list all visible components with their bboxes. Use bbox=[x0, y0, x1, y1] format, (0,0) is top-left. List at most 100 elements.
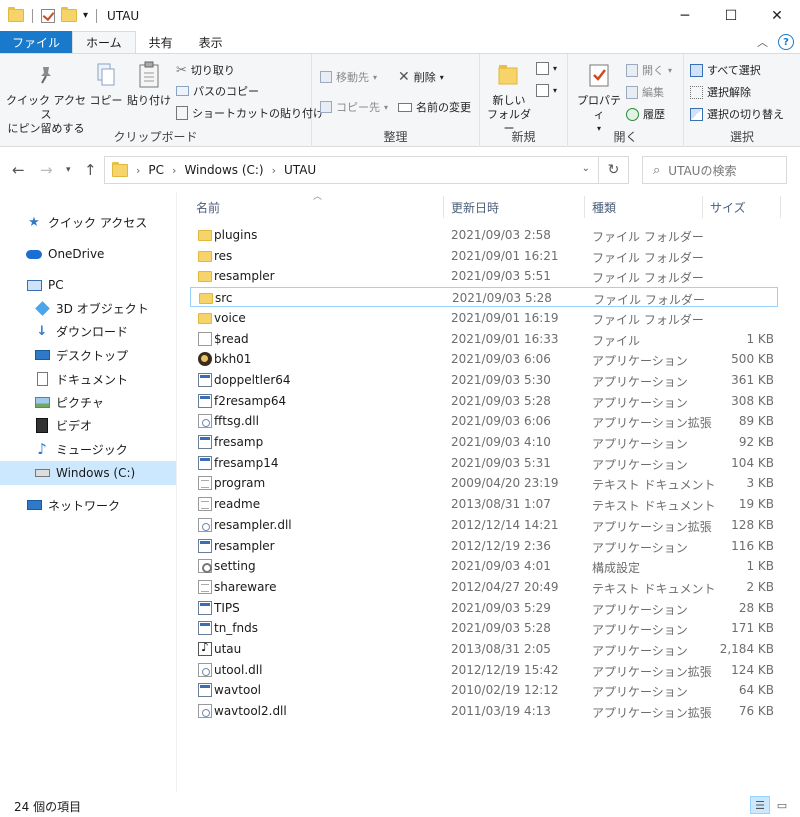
customize-quick-access-icon[interactable]: ▾ bbox=[83, 10, 88, 21]
nav-documents[interactable]: ドキュメント bbox=[0, 367, 176, 391]
minimize-button[interactable]: ─ bbox=[662, 0, 708, 31]
file-row[interactable]: resampler 2021/09/03 5:51 ファイル フォルダー bbox=[190, 266, 778, 286]
invert-selection-button[interactable]: 選択の切り替え bbox=[690, 106, 784, 122]
breadcrumb-pc[interactable]: PC bbox=[148, 163, 164, 177]
large-icons-view-icon[interactable]: ▭ bbox=[772, 796, 792, 814]
chevron-right-icon[interactable]: › bbox=[136, 164, 140, 177]
pin-quick-access-button[interactable]: クイック アクセス にピン留めする bbox=[6, 60, 86, 136]
file-row[interactable]: fresamp14 2021/09/03 5:31 アプリケーション 104 KB bbox=[190, 453, 778, 473]
file-row[interactable]: utool.dll 2012/12/19 15:42 アプリケーション拡張 124 K… bbox=[190, 660, 778, 680]
search-box[interactable]: ⌕ UTAUの検索 bbox=[642, 156, 787, 184]
easy-access-button[interactable]: ▾ bbox=[536, 84, 557, 97]
file-row[interactable]: voice 2021/09/01 16:19 ファイル フォルダー bbox=[190, 308, 778, 328]
nav-desktop[interactable]: デスクトップ bbox=[0, 343, 176, 367]
open-button[interactable]: 開く ▾ bbox=[626, 62, 672, 78]
tab-file[interactable]: ファイル bbox=[0, 31, 73, 53]
new-folder-quick-icon[interactable] bbox=[61, 7, 77, 22]
file-row[interactable]: plugins 2021/09/03 2:58 ファイル フォルダー bbox=[190, 225, 778, 245]
column-divider[interactable] bbox=[702, 196, 703, 218]
rename-button[interactable]: 名前の変更 bbox=[398, 99, 471, 115]
history-button[interactable]: 履歴 bbox=[626, 106, 665, 122]
tab-view[interactable]: 表示 bbox=[186, 31, 236, 53]
breadcrumb-drive[interactable]: Windows (C:) bbox=[184, 163, 263, 177]
file-row[interactable]: f2resamp64 2021/09/03 5:28 アプリケーション 308 KB bbox=[190, 391, 778, 411]
new-item-button[interactable]: ▾ bbox=[536, 62, 557, 75]
move-to-button[interactable]: 移動先 ▾ bbox=[320, 69, 377, 85]
file-row[interactable]: tn_fnds 2021/09/03 5:28 アプリケーション 171 KB bbox=[190, 618, 778, 638]
paste-shortcut-button[interactable]: ショートカットの貼り付け bbox=[176, 105, 324, 121]
chevron-right-icon[interactable]: › bbox=[172, 164, 176, 177]
nav-network[interactable]: ネットワーク bbox=[0, 493, 176, 517]
file-name: tn_fnds bbox=[214, 621, 259, 636]
column-divider[interactable] bbox=[780, 196, 781, 218]
column-divider[interactable] bbox=[584, 196, 585, 218]
nav-windows-c[interactable]: Windows (C:) bbox=[0, 461, 176, 485]
breadcrumb-utau[interactable]: UTAU bbox=[284, 163, 316, 177]
nav-music[interactable]: ♪ ミュージック bbox=[0, 437, 176, 461]
file-row[interactable]: shareware 2012/04/27 20:49 テキスト ドキュメント 2 KB bbox=[190, 577, 778, 597]
tab-home[interactable]: ホーム bbox=[72, 31, 136, 53]
nav-3d-objects[interactable]: 3D オブジェクト bbox=[0, 296, 176, 320]
nav-quick-access[interactable]: ★ クイック アクセス bbox=[0, 210, 176, 234]
column-header-date[interactable]: 更新日時 bbox=[451, 196, 581, 218]
file-row[interactable]: bkh01 2021/09/03 6:06 アプリケーション 500 KB bbox=[190, 349, 778, 369]
select-none-button[interactable]: 選択解除 bbox=[690, 84, 751, 100]
close-button[interactable]: ✕ bbox=[754, 0, 800, 31]
maximize-button[interactable]: ☐ bbox=[708, 0, 754, 31]
file-row[interactable]: $read 2021/09/01 16:33 ファイル 1 KB bbox=[190, 329, 778, 349]
text-document-icon bbox=[198, 497, 212, 512]
file-row[interactable]: resampler 2012/12/19 2:36 アプリケーション 116 KB bbox=[190, 536, 778, 556]
file-row[interactable]: resampler.dll 2012/12/14 14:21 アプリケーション拡張 1… bbox=[190, 515, 778, 535]
help-icon[interactable]: ? bbox=[778, 34, 794, 50]
file-row[interactable]: fresamp 2021/09/03 4:10 アプリケーション 92 KB bbox=[190, 432, 778, 452]
forward-arrow-icon[interactable]: → bbox=[40, 161, 53, 179]
file-row[interactable]: utau 2013/08/31 2:05 アプリケーション 2,184 KB bbox=[190, 639, 778, 659]
file-row[interactable]: setting 2021/09/03 4:01 構成設定 1 KB bbox=[190, 556, 778, 576]
address-history-chevron-icon[interactable]: ⌄ bbox=[582, 163, 590, 174]
delete-button[interactable]: ✕ 削除 ▾ bbox=[398, 69, 444, 85]
file-row[interactable]: wavtool 2010/02/19 12:12 アプリケーション 64 KB bbox=[190, 680, 778, 700]
file-row[interactable]: wavtool2.dll 2011/03/19 4:13 アプリケーション拡張 76 … bbox=[190, 701, 778, 721]
cut-button[interactable]: ✂ 切り取り bbox=[176, 62, 235, 78]
select-all-button[interactable]: すべて選択 bbox=[690, 62, 761, 78]
file-row[interactable]: doppeltler64 2021/09/03 5:30 アプリケーション 361 K… bbox=[190, 370, 778, 390]
paste-button[interactable]: 貼り付け bbox=[126, 60, 172, 108]
file-row[interactable]: fftsg.dll 2021/09/03 6:06 アプリケーション拡張 89 KB bbox=[190, 411, 778, 431]
edit-button[interactable]: 編集 bbox=[626, 84, 664, 100]
details-view-icon[interactable]: ☰ bbox=[750, 796, 770, 814]
file-type: ファイル フォルダー bbox=[593, 293, 705, 308]
column-divider[interactable] bbox=[443, 196, 444, 218]
up-arrow-icon[interactable]: ↑ bbox=[84, 161, 97, 179]
tab-share[interactable]: 共有 bbox=[136, 31, 186, 53]
file-type: アプリケーション bbox=[592, 374, 688, 389]
application-icon bbox=[198, 600, 212, 615]
copy-button[interactable]: コピー bbox=[88, 60, 124, 108]
nav-pc[interactable]: PC bbox=[0, 273, 176, 297]
recent-locations-chevron-icon[interactable]: ▾ bbox=[66, 165, 71, 175]
back-arrow-icon[interactable]: ← bbox=[12, 161, 25, 179]
nav-pictures[interactable]: ピクチャ bbox=[0, 390, 176, 414]
file-size: 76 KB bbox=[738, 704, 774, 719]
file-row[interactable]: program 2009/04/20 23:19 テキスト ドキュメント 3 KB bbox=[190, 473, 778, 493]
file-row[interactable]: src 2021/09/03 5:28 ファイル フォルダー bbox=[190, 287, 778, 308]
pane-splitter[interactable] bbox=[176, 192, 177, 792]
search-input[interactable]: UTAUの検索 bbox=[668, 162, 736, 179]
nav-downloads[interactable]: ↓ ダウンロード bbox=[0, 319, 176, 343]
file-row[interactable]: TIPS 2021/09/03 5:29 アプリケーション 28 KB bbox=[190, 598, 778, 618]
properties-quick-icon[interactable] bbox=[41, 8, 55, 23]
refresh-icon[interactable]: ↻ bbox=[598, 157, 628, 183]
new-folder-button[interactable]: 新しい フォルダー bbox=[484, 60, 534, 136]
column-header-name[interactable]: 名前 bbox=[196, 196, 442, 218]
column-header-type[interactable]: 種類 bbox=[592, 196, 702, 218]
file-row[interactable]: readme 2013/08/31 1:07 テキスト ドキュメント 19 KB bbox=[190, 494, 778, 514]
chevron-right-icon[interactable]: › bbox=[272, 164, 276, 177]
collapse-ribbon-icon[interactable]: ︿ bbox=[757, 34, 768, 50]
copy-to-button[interactable]: コピー先 ▾ bbox=[320, 99, 388, 115]
properties-button[interactable]: プロパティ ▾ bbox=[572, 60, 626, 136]
nav-onedrive[interactable]: OneDrive bbox=[0, 242, 176, 266]
address-bar[interactable]: › PC › Windows (C:) › UTAU ⌄ ↻ bbox=[104, 156, 629, 184]
column-header-size[interactable]: サイズ bbox=[710, 196, 778, 218]
nav-videos[interactable]: ビデオ bbox=[0, 413, 176, 437]
copy-path-button[interactable]: パスのコピー bbox=[176, 83, 259, 99]
file-row[interactable]: res 2021/09/01 16:21 ファイル フォルダー bbox=[190, 246, 778, 266]
